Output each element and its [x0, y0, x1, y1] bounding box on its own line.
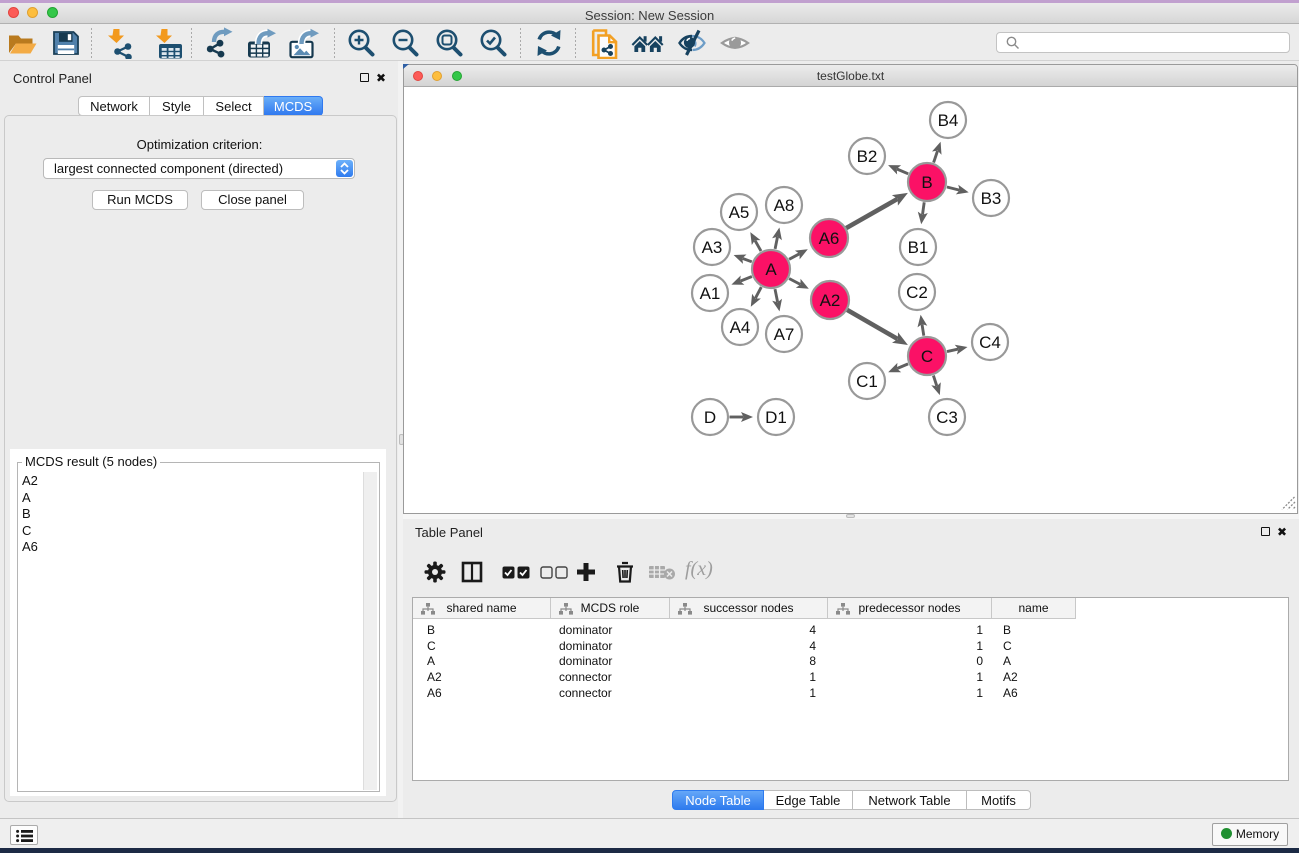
svg-text:D: D — [704, 408, 716, 427]
svg-text:A3: A3 — [702, 238, 723, 257]
svg-text:A: A — [765, 260, 777, 279]
svg-text:A7: A7 — [774, 325, 795, 344]
svg-text:C2: C2 — [906, 283, 928, 302]
svg-text:C4: C4 — [979, 333, 1001, 352]
svg-text:B1: B1 — [908, 238, 929, 257]
svg-text:A5: A5 — [729, 203, 750, 222]
svg-text:B3: B3 — [981, 189, 1002, 208]
svg-text:C1: C1 — [856, 372, 878, 391]
svg-text:C: C — [921, 347, 933, 366]
svg-text:A8: A8 — [774, 196, 795, 215]
svg-text:C3: C3 — [936, 408, 958, 427]
svg-text:A1: A1 — [700, 284, 721, 303]
svg-text:B: B — [921, 173, 932, 192]
svg-text:A4: A4 — [730, 318, 751, 337]
svg-text:B4: B4 — [938, 111, 959, 130]
svg-text:A2: A2 — [820, 291, 841, 310]
svg-text:B2: B2 — [857, 147, 878, 166]
svg-text:A6: A6 — [819, 229, 840, 248]
svg-text:D1: D1 — [765, 408, 787, 427]
